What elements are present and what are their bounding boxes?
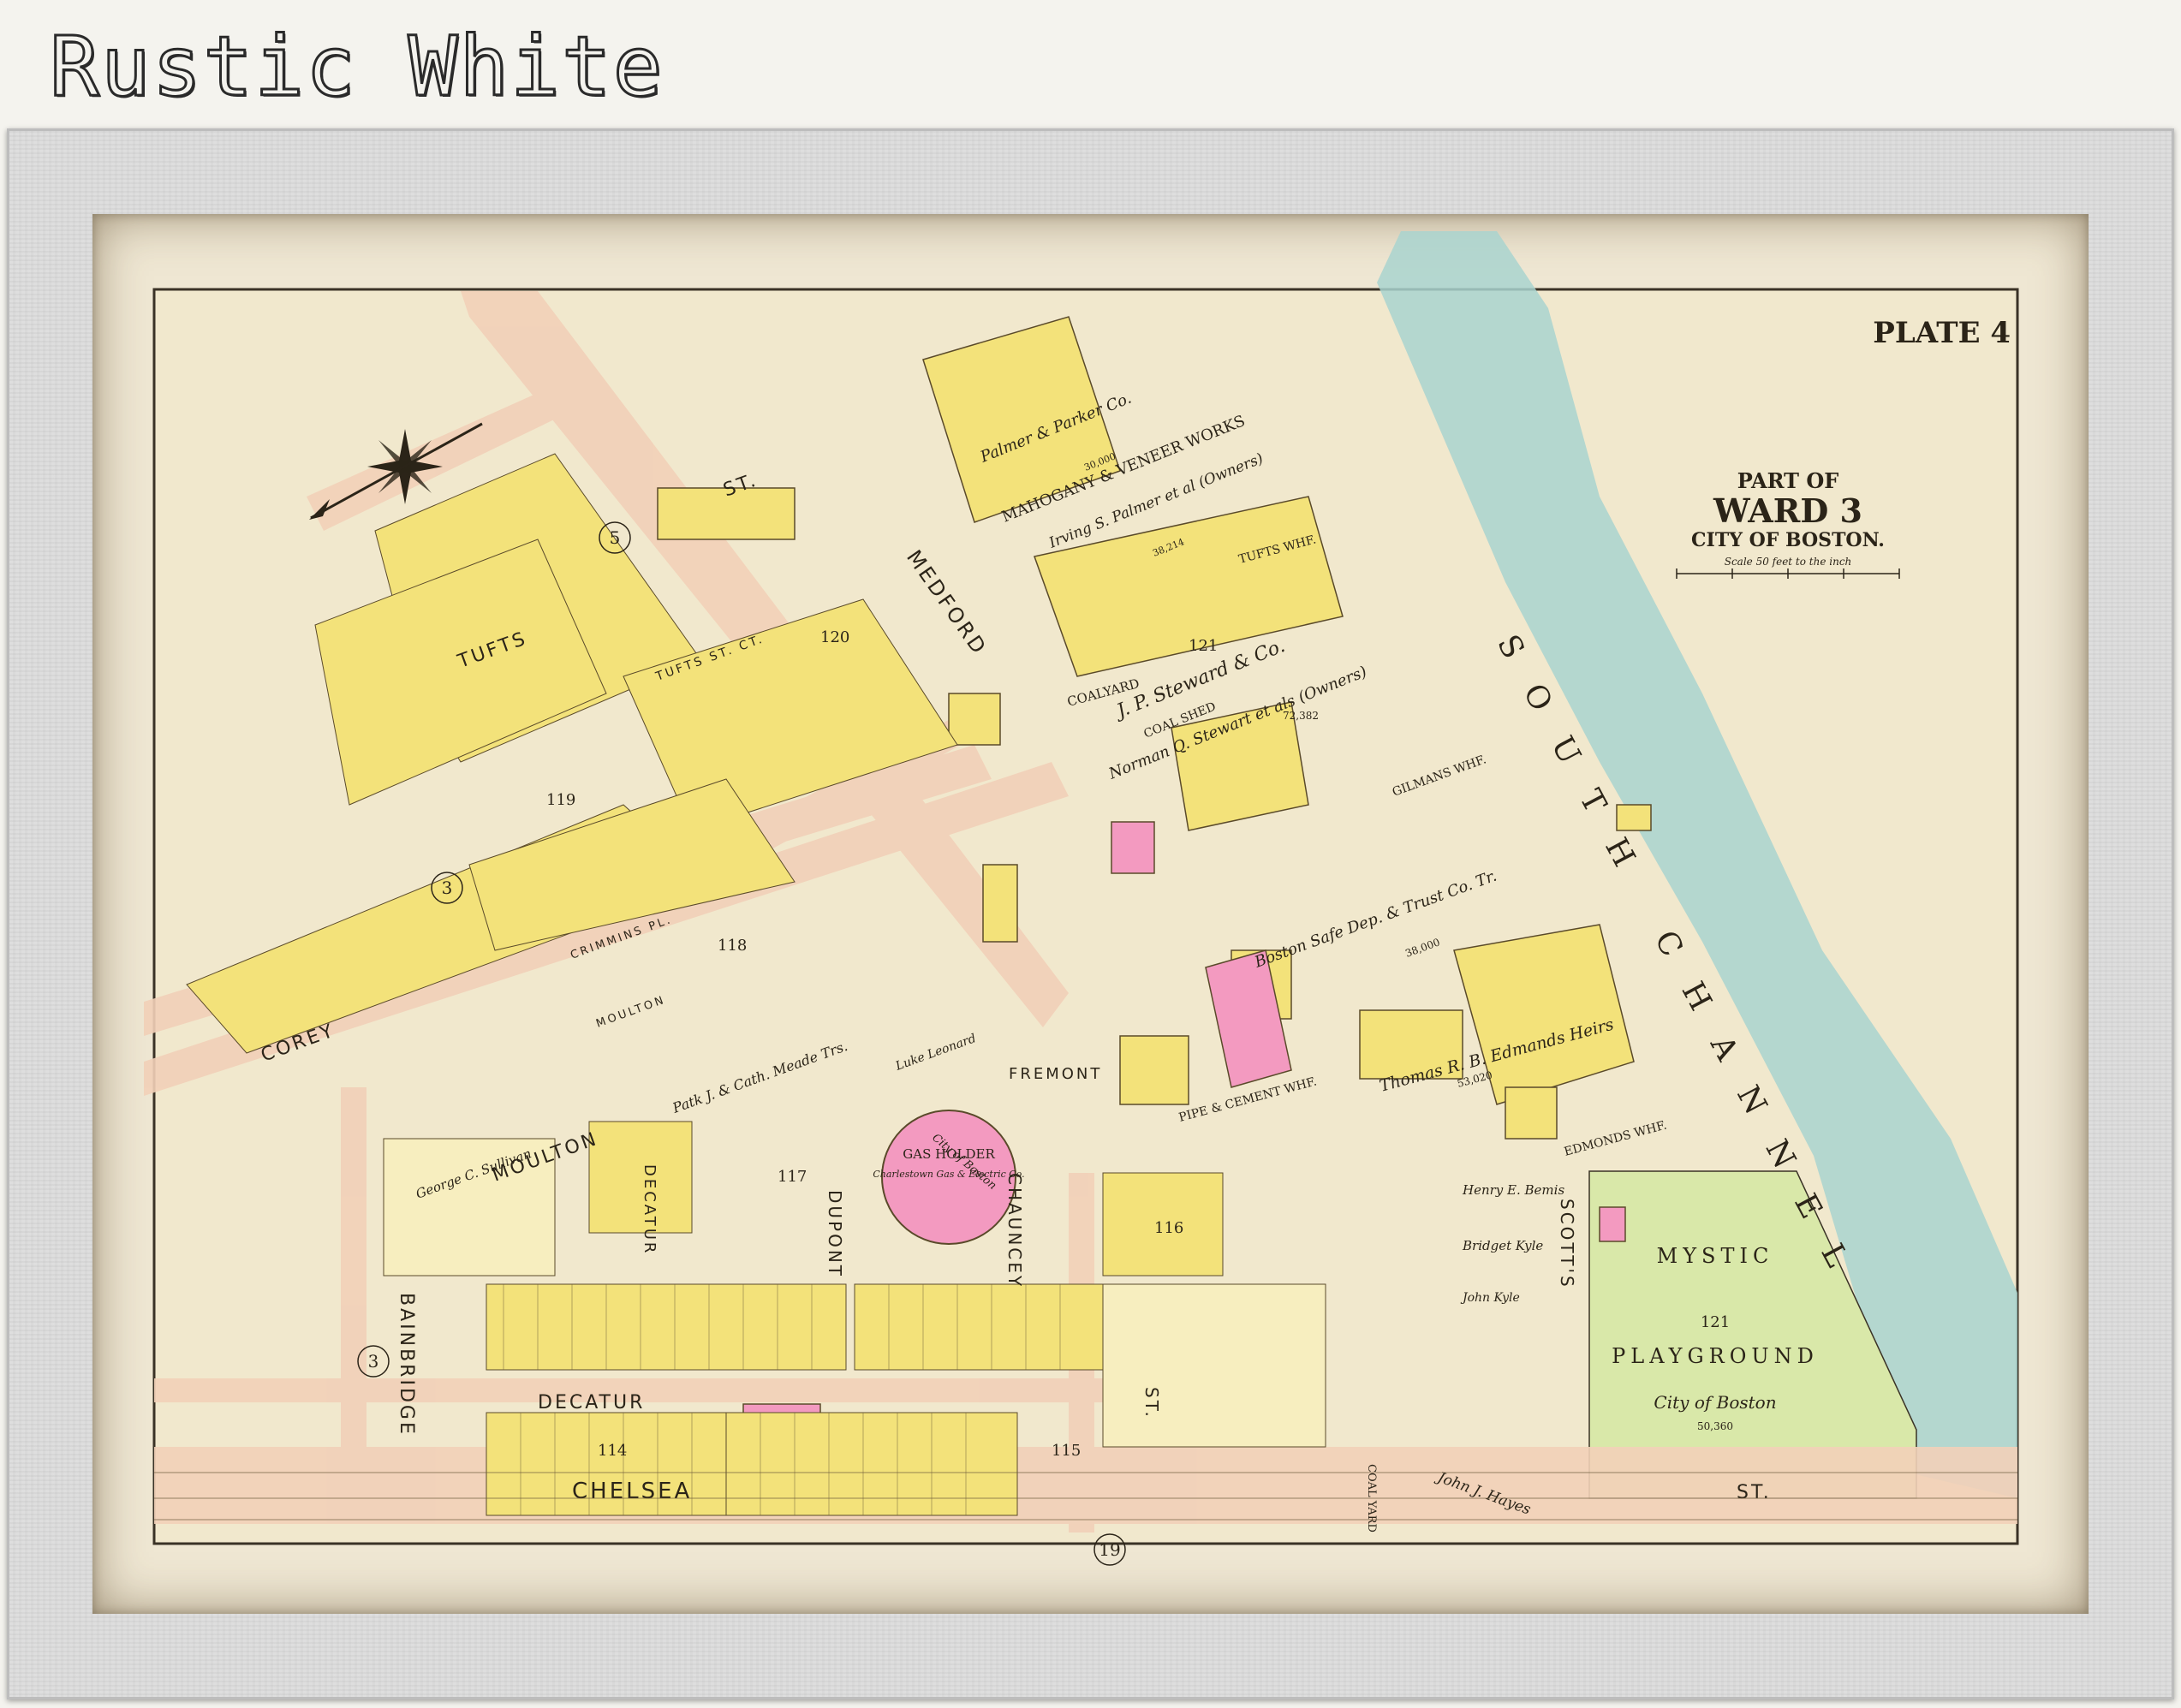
ward-title-line1: PART OF — [1737, 468, 1839, 493]
ward-title-line3: CITY OF BOSTON. — [1691, 529, 1885, 551]
city-of-boston-label: City of Boston — [1654, 1392, 1776, 1413]
decatur-street-label: DECATUR — [538, 1392, 645, 1413]
ward-3-marker-south: 3 — [368, 1351, 379, 1372]
bridget-kyle-label: Bridget Kyle — [1462, 1238, 1543, 1253]
dupont-street-label: DUPONT — [825, 1190, 845, 1278]
map-image: GAS HOLDER Charlestown Gas & Electric Co… — [144, 231, 2019, 1566]
picture-frame: GAS HOLDER Charlestown Gas & Electric Co… — [7, 128, 2174, 1699]
block-120: 120 — [820, 628, 849, 646]
block-121-playground: 121 — [1701, 1313, 1730, 1331]
ward-5-marker: 5 — [610, 527, 621, 548]
ward-3-marker: 3 — [442, 878, 453, 898]
block-118: 118 — [718, 937, 747, 955]
banner: Rustic White — [0, 0, 2181, 120]
block-119: 119 — [546, 791, 575, 809]
bainbridge-street-label: BAINBRIDGE — [396, 1293, 417, 1437]
john-kyle-label: John Kyle — [1460, 1291, 1520, 1305]
decatur-ct-label: DECATUR — [641, 1164, 658, 1255]
scotts-ct-label: SCOTT'S — [1557, 1199, 1577, 1289]
banner-title: Rustic White — [49, 18, 664, 116]
henry-bemis-label: Henry E. Bemis — [1462, 1182, 1564, 1198]
block-121: 121 — [1189, 637, 1218, 655]
mystic-label: MYSTIC — [1657, 1244, 1774, 1268]
block-116: 116 — [1154, 1219, 1183, 1237]
gas-company-label: Charlestown Gas & Electric Co. — [873, 1169, 1024, 1180]
map-mat: GAS HOLDER Charlestown Gas & Electric Co… — [92, 214, 2089, 1614]
ward-19-marker: 19 — [1099, 1539, 1120, 1560]
plate-number: PLATE 4 — [1873, 316, 2011, 350]
playground-label: PLAYGROUND — [1612, 1344, 1819, 1368]
steward-area-label: 72,382 — [1283, 710, 1319, 722]
mystic-area-label: 50,360 — [1697, 1420, 1733, 1432]
fremont-pl-label: FREMONT — [1009, 1065, 1102, 1083]
block-114: 114 — [598, 1442, 627, 1460]
chelsea-cross-st-label: ST. — [1141, 1387, 1162, 1419]
chauncey-street-label: CHAUNCEY — [1004, 1173, 1025, 1288]
map-scale-label: Scale 50 feet to the inch — [1725, 556, 1852, 568]
block-115: 115 — [1052, 1442, 1081, 1460]
chelsea-street-label: CHELSEA — [572, 1479, 692, 1504]
chelsea-st-label: ST. — [1737, 1482, 1772, 1503]
block-117: 117 — [778, 1168, 807, 1186]
ward-title-line2: WARD 3 — [1713, 491, 1862, 530]
